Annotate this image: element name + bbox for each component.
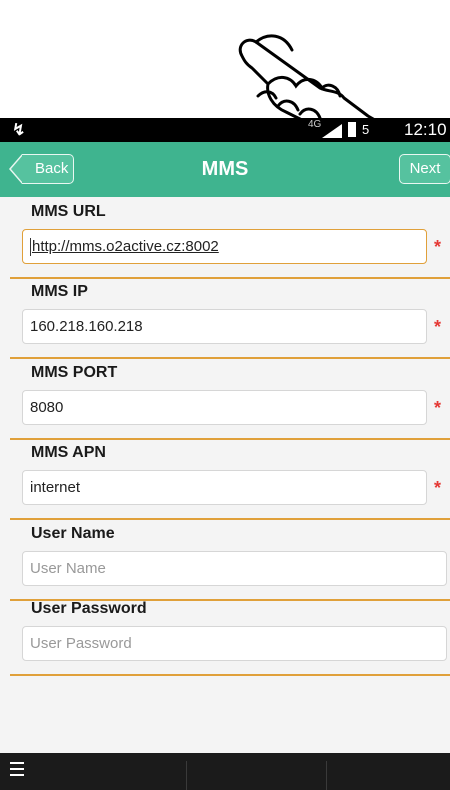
field-label: MMS URL — [31, 203, 106, 220]
nav-separator — [326, 761, 327, 790]
page-title: MMS — [201, 158, 249, 180]
signal-icon — [322, 124, 342, 138]
notification-icon: ↯ — [12, 122, 26, 139]
mms-url-field: MMS URL http://mms.o2active.cz:8002 * — [0, 197, 450, 279]
field-label: MMS APN — [31, 444, 106, 461]
mms-ip-input[interactable]: 160.218.160.218 — [22, 309, 427, 344]
next-button[interactable]: Next — [399, 154, 450, 184]
mms-apn-input[interactable]: internet — [22, 470, 427, 505]
menu-icon[interactable] — [10, 762, 24, 780]
form-content: MMS URL http://mms.o2active.cz:8002 * MM… — [0, 197, 450, 753]
mms-port-input[interactable]: 8080 — [22, 390, 427, 425]
app-bar: Back MMS Next — [0, 142, 450, 197]
status-bar: ↯ 4G 5 12:10 — [0, 118, 450, 142]
user-password-input[interactable]: User Password — [22, 626, 447, 661]
mms-apn-field: MMS APN internet * — [0, 438, 450, 520]
mms-url-input[interactable]: http://mms.o2active.cz:8002 — [22, 229, 427, 264]
divider — [10, 674, 450, 676]
battery-icon — [348, 122, 356, 137]
user-name-field: User Name User Name — [0, 519, 450, 601]
battery-level: 5 — [362, 122, 370, 137]
clock: 12:10 — [404, 120, 447, 139]
field-label: User Name — [31, 525, 115, 542]
mms-ip-field: MMS IP 160.218.160.218 * — [0, 277, 450, 359]
required-marker: * — [434, 398, 442, 418]
bottom-nav-bar — [0, 753, 450, 790]
nav-separator — [186, 761, 187, 790]
network-type: 4G — [308, 119, 322, 130]
user-name-input[interactable]: User Name — [22, 551, 447, 586]
text-cursor — [30, 238, 31, 257]
user-password-field: User Password User Password — [0, 594, 450, 676]
required-marker: * — [434, 478, 442, 498]
field-label: User Password — [31, 600, 147, 617]
field-label: MMS PORT — [31, 364, 118, 381]
mms-url-value: http://mms.o2active.cz:8002 — [32, 238, 219, 255]
mms-port-field: MMS PORT 8080 * — [0, 358, 450, 440]
field-label: MMS IP — [31, 283, 88, 300]
required-marker: * — [434, 317, 442, 337]
required-marker: * — [434, 237, 442, 257]
